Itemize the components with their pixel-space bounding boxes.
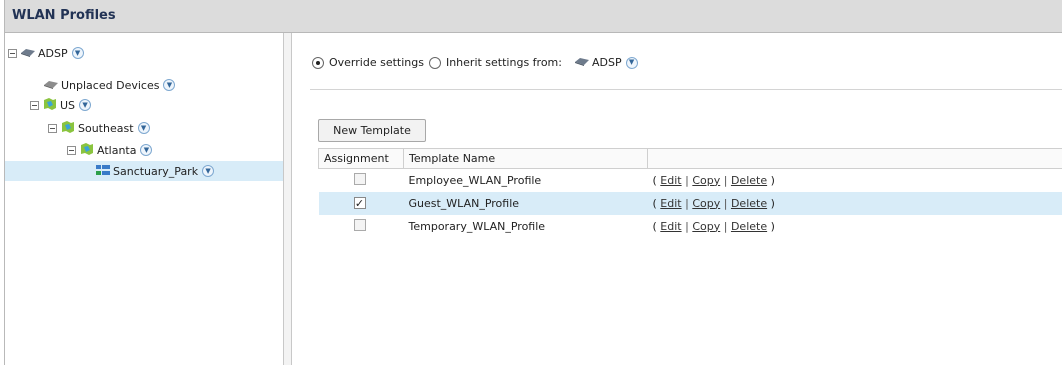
tree-node-sanctuary-park[interactable]: Sanctuary_Park ▼ (5, 161, 283, 181)
column-header-actions (647, 148, 1062, 169)
settings-mode-row: Override settings Inherit settings from:… (312, 55, 638, 70)
tree-label-atlanta: Atlanta (97, 143, 137, 157)
panel-titlebar: WLAN Profiles (5, 0, 1062, 33)
tree-node-atlanta[interactable]: Atlanta ▼ (67, 140, 153, 160)
table-row[interactable]: Employee_WLAN_Profile ( Edit | Copy | De… (319, 169, 1062, 192)
edit-link[interactable]: Edit (660, 197, 681, 210)
template-name: Employee_WLAN_Profile (408, 173, 542, 187)
row-actions: ( Edit | Copy | Delete ) (648, 169, 1062, 192)
column-header-assignment[interactable]: Assignment (318, 148, 404, 169)
chevron-down-icon[interactable]: ▼ (140, 144, 153, 156)
paren-open: ( (652, 196, 657, 210)
section-divider (310, 89, 1062, 90)
assignment-checkbox[interactable] (353, 172, 366, 185)
delete-link[interactable]: Delete (731, 174, 767, 187)
inherit-source-label: ADSP (591, 56, 622, 69)
tree-node-southeast[interactable]: Southeast ▼ (48, 118, 150, 138)
column-header-template-name[interactable]: Template Name (403, 148, 648, 169)
region-map-icon (60, 120, 76, 137)
paren-open: ( (652, 173, 657, 187)
country-map-icon (42, 97, 58, 114)
site-icon (95, 163, 111, 180)
separator: | (723, 219, 728, 233)
override-settings-label: Override settings (329, 56, 424, 69)
delete-link[interactable]: Delete (731, 197, 767, 210)
tree-label-adsp: ADSP (38, 46, 68, 60)
separator: | (685, 196, 689, 210)
paren-close: ) (770, 196, 775, 210)
tree-label-unplaced-devices: Unplaced Devices (61, 78, 160, 92)
tree-label-southeast: Southeast (78, 121, 134, 135)
wlan-profiles-panel: WLAN Profiles ADSP ▼ Unplaced Devices ▼ … (4, 0, 1062, 365)
chevron-down-icon[interactable]: ▼ (137, 122, 150, 134)
new-template-button[interactable]: New Template (318, 119, 426, 142)
city-map-icon (79, 142, 95, 159)
tree-label-us: US (60, 98, 76, 112)
edit-link[interactable]: Edit (660, 174, 681, 187)
pane-splitter[interactable] (283, 33, 292, 365)
tree-node-unplaced-devices[interactable]: Unplaced Devices ▼ (43, 75, 176, 95)
table-row[interactable]: Temporary_WLAN_Profile ( Edit | Copy | D… (319, 215, 1062, 238)
chevron-down-icon[interactable]: ▼ (71, 47, 84, 59)
copy-link[interactable]: Copy (692, 220, 720, 233)
chevron-down-icon[interactable]: ▼ (625, 56, 638, 69)
separator: | (685, 219, 689, 233)
tree-node-adsp[interactable]: ADSP ▼ (8, 43, 84, 63)
tree-label-sanctuary-park: Sanctuary_Park (113, 164, 199, 178)
collapse-icon[interactable] (30, 100, 39, 110)
network-cloud-icon (20, 46, 36, 61)
template-table: Assignment Template Name Employee_WLAN_P… (318, 148, 1062, 238)
separator: | (723, 173, 728, 187)
collapse-icon[interactable] (48, 123, 57, 133)
copy-link[interactable]: Copy (692, 174, 720, 187)
assignment-checkbox[interactable]: ✓ (353, 197, 366, 209)
unplaced-devices-icon (43, 78, 59, 93)
paren-open: ( (652, 219, 657, 233)
panel-title: WLAN Profiles (12, 8, 116, 23)
collapse-icon[interactable] (67, 145, 76, 155)
profile-settings-pane: Override settings Inherit settings from:… (292, 33, 1062, 365)
override-settings-radio[interactable] (312, 56, 324, 69)
chevron-down-icon[interactable]: ▼ (202, 165, 215, 177)
table-row[interactable]: ✓ Guest_WLAN_Profile ( Edit | Copy | Del… (318, 191, 1062, 215)
separator: | (723, 196, 728, 210)
row-actions: ( Edit | Copy | Delete ) (648, 215, 1062, 238)
paren-close: ) (770, 219, 775, 233)
row-actions: ( Edit | Copy | Delete ) (647, 191, 1062, 215)
edit-link[interactable]: Edit (660, 220, 681, 233)
template-name: Guest_WLAN_Profile (403, 191, 648, 215)
copy-link[interactable]: Copy (692, 197, 720, 210)
assignment-checkbox[interactable] (353, 218, 366, 231)
paren-close: ) (770, 173, 775, 187)
site-tree: ADSP ▼ Unplaced Devices ▼ US ▼ Southeast… (5, 33, 283, 365)
separator: | (685, 173, 689, 187)
tree-node-us[interactable]: US ▼ (30, 95, 92, 115)
inherit-settings-radio[interactable] (428, 56, 441, 69)
chevron-down-icon[interactable]: ▼ (163, 79, 176, 91)
collapse-icon[interactable] (8, 48, 17, 58)
network-cloud-icon (574, 55, 590, 70)
chevron-down-icon[interactable]: ▼ (79, 99, 92, 111)
delete-link[interactable]: Delete (731, 220, 767, 233)
template-name: Temporary_WLAN_Profile (408, 219, 546, 233)
inherit-settings-label: Inherit settings from: (445, 56, 562, 69)
